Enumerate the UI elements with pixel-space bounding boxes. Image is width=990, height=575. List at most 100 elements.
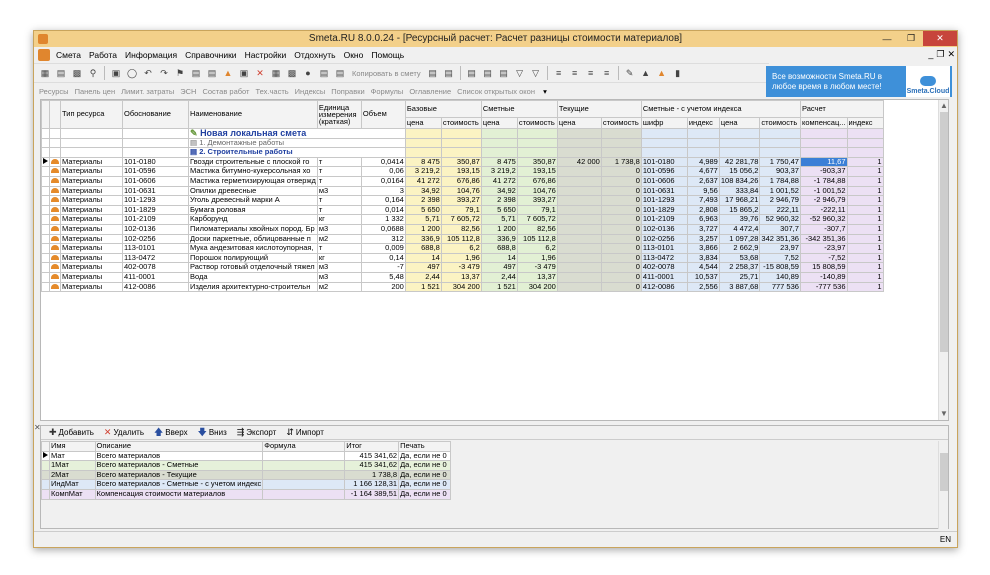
export-button[interactable]: ⇶ Экспорт — [237, 427, 277, 438]
table-cell[interactable]: 41 272 — [480, 175, 518, 187]
paste-icon[interactable]: ▤ — [334, 67, 346, 79]
table-cell[interactable] — [556, 195, 602, 206]
table-cell[interactable]: 0,009 — [360, 243, 406, 254]
table-row[interactable]: Материалы 411-0001 Вода м3 5,48 2,44 13,37 2,44… — [41, 271, 884, 283]
totals-cell[interactable] — [262, 479, 346, 490]
table-cell[interactable]: 34,92 — [480, 185, 518, 197]
paste2-icon[interactable]: ▤ — [443, 67, 455, 79]
table-cell[interactable]: 0 — [600, 281, 642, 293]
section-row[interactable]: ▤ 1. Демонтажные работы — [41, 137, 884, 149]
col-group-calc[interactable]: Расчет — [799, 100, 884, 119]
table-row[interactable]: Материалы 113-0472 Порошок полирующий кг 0,1… — [41, 252, 884, 264]
table-cell[interactable]: 676,86 — [440, 175, 482, 187]
table-cell[interactable]: 350,87 — [440, 156, 482, 168]
table-cell[interactable]: Бумага роловая — [188, 204, 318, 216]
table-cell[interactable]: м3 — [316, 262, 362, 273]
col-unit[interactable]: Единица измерения (краткая) — [316, 100, 362, 129]
totals-cell[interactable]: Всего материалов - Сметные - с учетом ин… — [94, 479, 264, 490]
cloud-promo-banner[interactable]: Все возможности Smeta.RU в любое время в… — [766, 66, 952, 97]
table-cell[interactable]: 10,537 — [686, 271, 720, 283]
table-cell[interactable]: 0 — [600, 204, 642, 216]
table-cell[interactable]: 7 605,72 — [440, 214, 482, 225]
scroll-up-icon[interactable]: ▲ — [940, 101, 948, 110]
align2-icon[interactable]: ≡ — [569, 67, 581, 79]
table-cell[interactable]: 1 — [846, 214, 884, 225]
table-cell[interactable]: -52 960,32 — [799, 214, 848, 225]
table-cell[interactable]: -15 808,59 — [759, 262, 801, 273]
move-up-button[interactable]: 🡅 Вверх — [154, 425, 188, 441]
import-button[interactable]: ⇵ Импорт — [286, 427, 324, 438]
table-cell[interactable]: 0 — [600, 195, 642, 206]
table-cell[interactable]: Уголь древесный марки А — [188, 195, 318, 206]
table-cell[interactable]: 101-0606 — [640, 175, 688, 187]
menu-references[interactable]: Справочники — [181, 50, 241, 60]
table-cell[interactable]: 0 — [600, 271, 642, 283]
copy2-icon[interactable]: ▤ — [427, 67, 439, 79]
table-cell[interactable]: 101-0631 — [122, 185, 189, 197]
table-cell[interactable]: 2,808 — [686, 204, 720, 216]
table-cell[interactable]: 307,7 — [759, 223, 801, 235]
totals-grid[interactable]: Имя Описание Формула Итог Печать Мат Всег… — [41, 441, 451, 500]
table-row[interactable]: Материалы 101-0180 Гвозди строительные с п… — [41, 156, 884, 168]
table-cell[interactable] — [556, 281, 602, 293]
table-cell[interactable]: 3 219,2 — [404, 166, 442, 177]
table-cell[interactable]: т — [316, 204, 362, 216]
table-cell[interactable]: 393,27 — [440, 195, 482, 206]
col-group-base[interactable]: Базовые — [404, 100, 482, 119]
phone-icon[interactable]: ▮ — [672, 67, 684, 79]
table-cell[interactable]: 393,27 — [516, 195, 558, 206]
totals-cell[interactable]: 415 341,62 — [344, 450, 400, 462]
totals-cell[interactable]: Да, если не 0 — [398, 479, 451, 490]
table-cell[interactable]: 304 200 — [516, 281, 558, 293]
table-cell[interactable]: 1 — [846, 175, 884, 187]
tab-resources[interactable]: Ресурсы — [39, 87, 69, 96]
table-cell[interactable]: 15 865,2 — [718, 204, 761, 216]
table-cell[interactable]: 140,89 — [759, 271, 801, 283]
tab-open-windows[interactable]: Список открытых окон ▾ — [457, 87, 547, 96]
col-est-cost[interactable]: стоимость — [516, 117, 558, 129]
table-cell[interactable]: 6,2 — [440, 243, 482, 254]
table-cell[interactable]: Материалы — [60, 252, 123, 264]
redo-icon[interactable]: ↷ — [158, 67, 170, 79]
table-cell[interactable]: м3 — [316, 223, 362, 235]
col-idx-price[interactable]: цена — [718, 117, 761, 129]
table-cell[interactable]: Материалы — [60, 204, 123, 216]
table-cell[interactable]: 101-1293 — [122, 195, 189, 206]
col-base-cost[interactable]: стоимость — [440, 117, 482, 129]
tab-indexes[interactable]: Индексы — [295, 87, 326, 96]
col-print[interactable]: Печать — [398, 441, 451, 452]
table-cell[interactable]: 52 960,32 — [759, 214, 801, 225]
table-cell[interactable]: 336,9 — [404, 233, 442, 245]
mdi-restore-icon[interactable]: ❐ — [936, 49, 944, 60]
table-cell[interactable] — [556, 243, 602, 254]
table-cell[interactable]: Вода — [188, 271, 318, 283]
menu-settings[interactable]: Настройки — [241, 50, 291, 60]
table-cell[interactable]: 688,8 — [480, 243, 518, 254]
table-cell[interactable] — [556, 223, 602, 235]
table-cell[interactable]: 8 475 — [404, 156, 442, 168]
menu-smeta[interactable]: Смета — [52, 50, 85, 60]
table-row[interactable]: Материалы 101-1293 Уголь древесный марки А… — [41, 195, 884, 206]
menu-window[interactable]: Окно — [340, 50, 368, 60]
table-cell[interactable]: 7,52 — [759, 252, 801, 264]
table-cell[interactable]: 3 887,68 — [718, 281, 761, 293]
table-cell[interactable] — [556, 252, 602, 264]
table-cell[interactable]: м2 — [316, 281, 362, 293]
table-cell[interactable]: -1 784,88 — [799, 175, 848, 187]
table-cell[interactable]: 101-2109 — [640, 214, 688, 225]
table-cell[interactable]: 5 650 — [404, 204, 442, 216]
col-group-estimate[interactable]: Сметные — [480, 100, 558, 119]
table-cell[interactable]: 402-0078 — [122, 262, 189, 273]
table-cell[interactable] — [556, 262, 602, 273]
tab-work-composition[interactable]: Состав работ — [202, 87, 249, 96]
table-cell[interactable]: 0 — [600, 243, 642, 254]
mdi-minimize-icon[interactable]: _ — [928, 49, 933, 60]
table-cell[interactable]: Мастика битумно-кукерсольная хо — [188, 166, 318, 177]
table-cell[interactable]: 412-0086 — [122, 281, 189, 293]
table-row[interactable]: Материалы 101-2109 Карборунд кг 1 332 5,71 7 6… — [41, 214, 884, 225]
col-var-name[interactable]: Имя — [49, 441, 96, 452]
table-cell[interactable]: 1 738,8 — [600, 156, 642, 168]
totals-cell[interactable]: 1Мат — [49, 460, 96, 471]
table-cell[interactable]: м2 — [316, 233, 362, 245]
table-cell[interactable]: 7,493 — [686, 195, 720, 206]
